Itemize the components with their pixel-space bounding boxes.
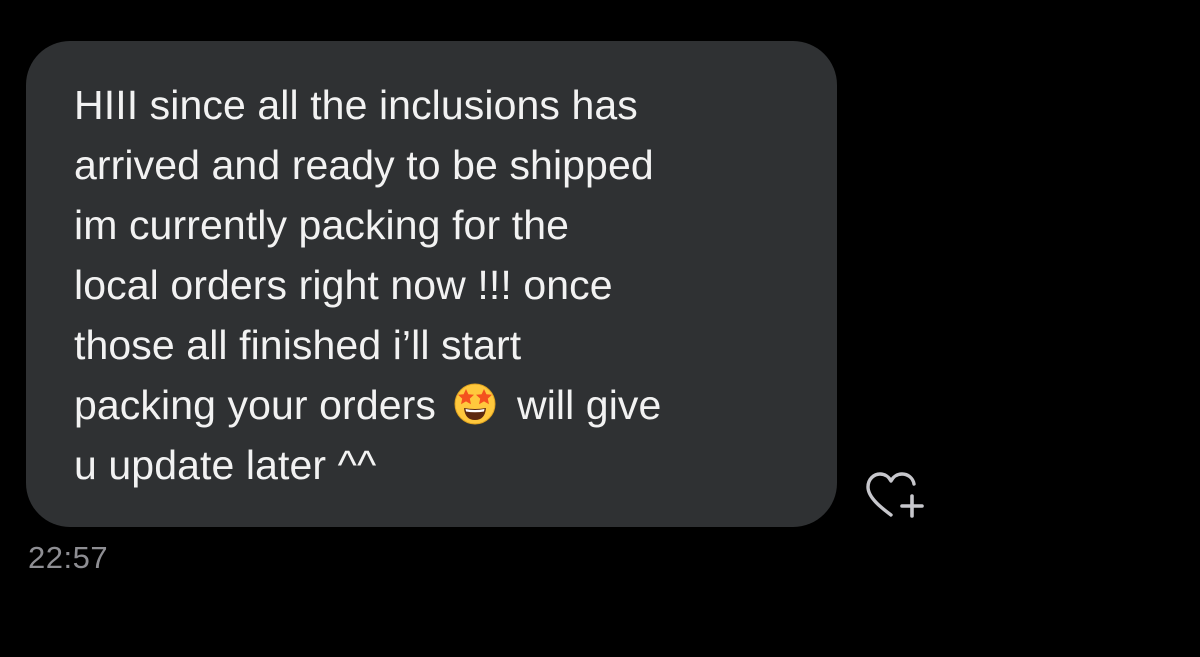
message-line-2: arrived and ready to be shipped [74,142,654,188]
chat-screen: HIII since all the inclusions has arrive… [0,0,1200,657]
message-line-6: packing your orders will give [74,375,807,435]
message-line-4: local orders right now !!! once [74,262,613,308]
message-line-1: HIII since all the inclusions has [74,82,638,128]
star-struck-emoji-icon [454,383,496,425]
message-bubble[interactable]: HIII since all the inclusions has arrive… [26,41,837,527]
heart-plus-icon[interactable] [862,467,928,521]
message-line-7: u update later ^^ [74,442,377,488]
message-line-5: those all finished i’ll start [74,322,522,368]
message-timestamp: 22:57 [28,540,109,575]
message-line-3: im currently packing for the [74,202,569,248]
message-line-6-start: packing your orders [74,382,436,428]
message-line-6-end: will give [516,382,662,428]
